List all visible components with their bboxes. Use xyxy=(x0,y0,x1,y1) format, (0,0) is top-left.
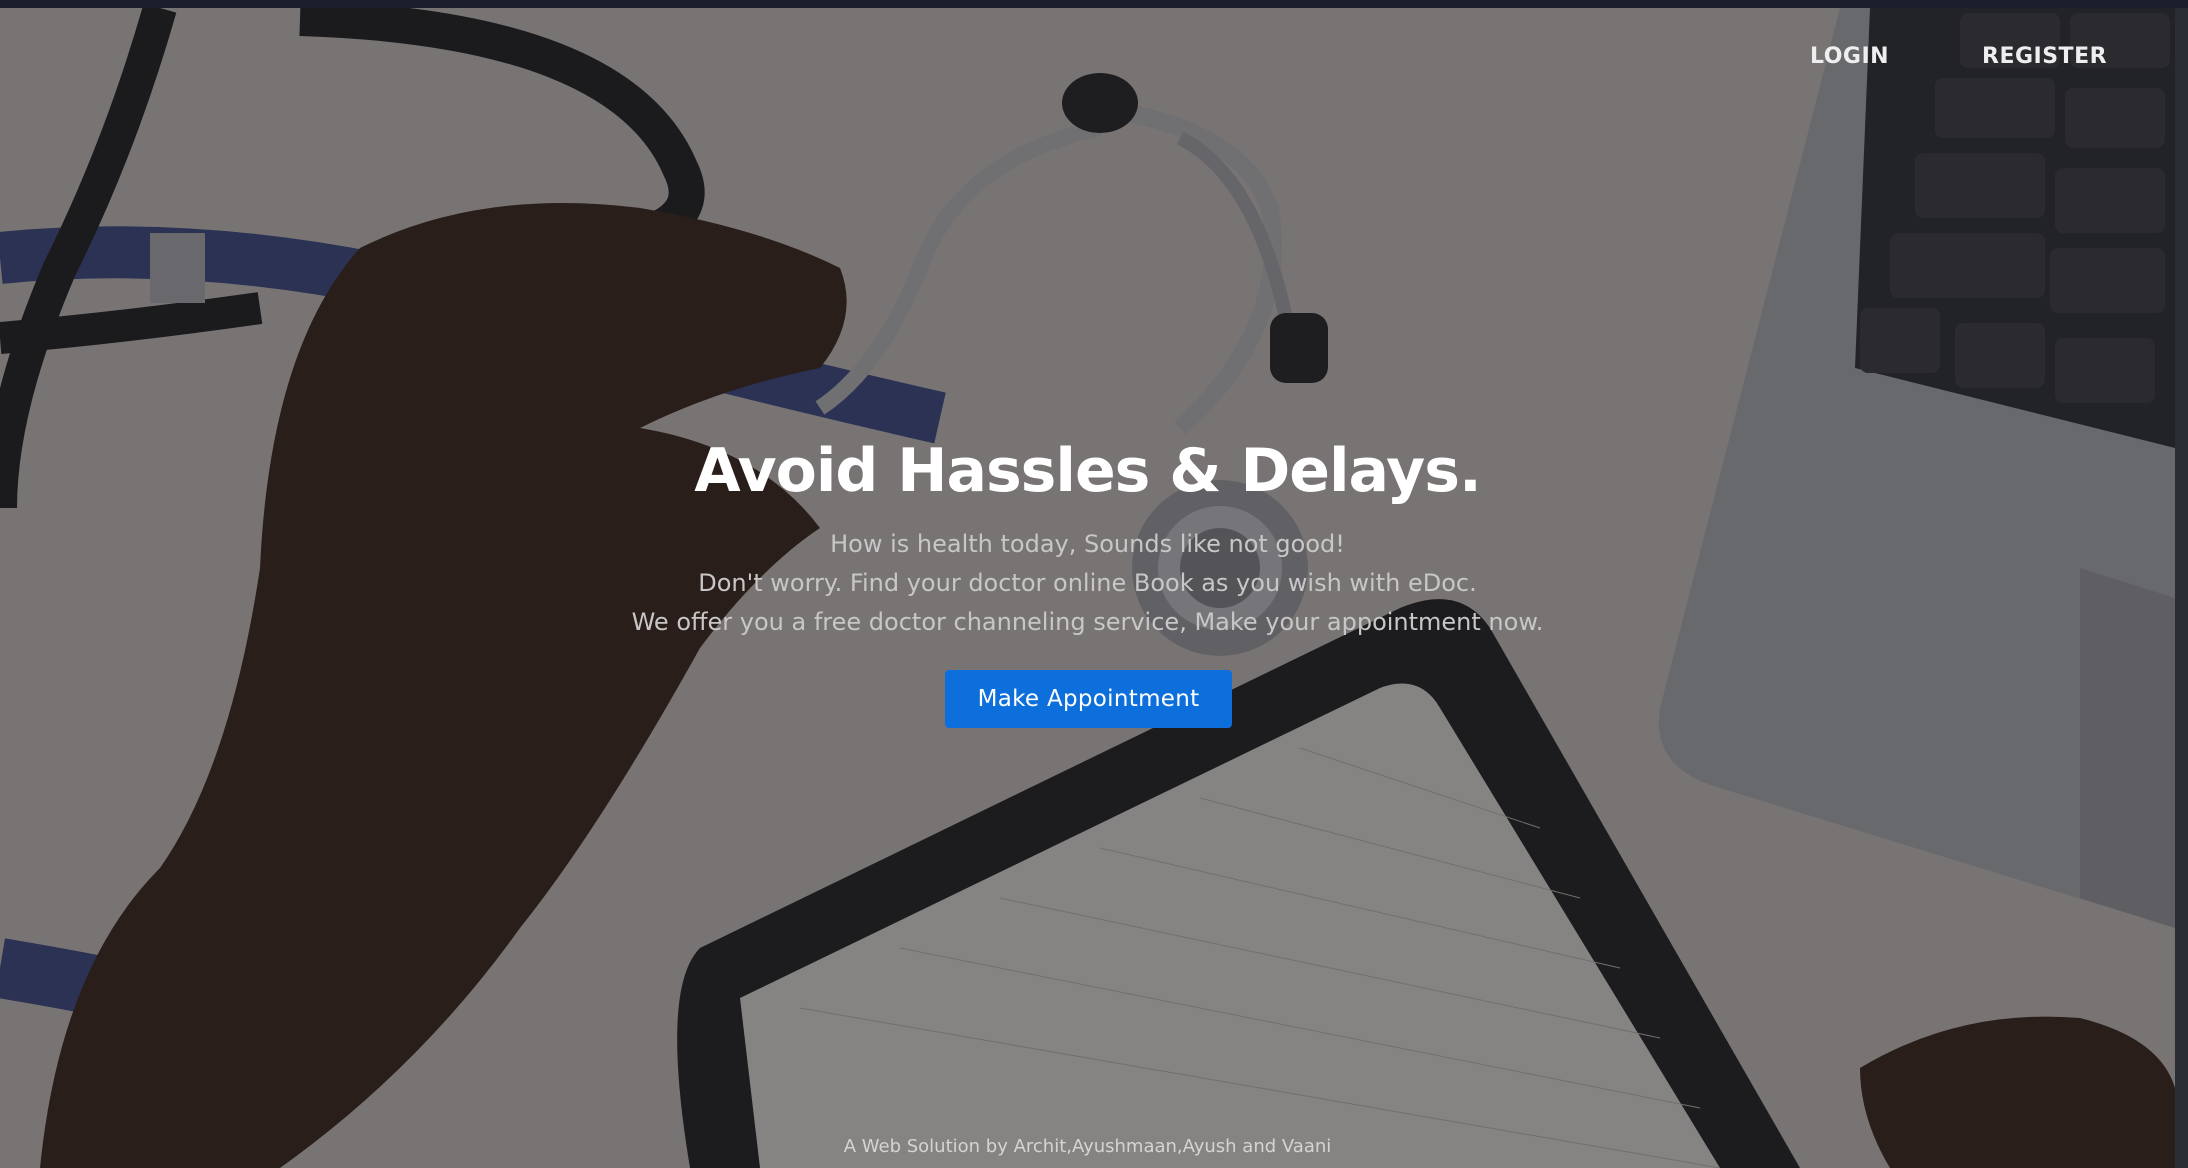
register-link[interactable]: REGISTER xyxy=(1982,44,2107,69)
hero-subtitle-line-3: We offer you a free doctor channeling se… xyxy=(631,608,1544,636)
hero-subtitle-line-1: How is health today, Sounds like not goo… xyxy=(830,530,1345,558)
make-appointment-button[interactable]: Make Appointment xyxy=(945,670,1232,728)
window-top-strip xyxy=(0,0,2188,8)
login-link[interactable]: LOGIN xyxy=(1810,44,1889,69)
scrollbar-track[interactable] xyxy=(2175,8,2188,1168)
footer-credit: A Web Solution by Archit,Ayushmaan,Ayush… xyxy=(843,1136,1332,1157)
hero-subtitle-line-2: Don't worry. Find your doctor online Boo… xyxy=(698,569,1477,597)
hero-section: LOGIN REGISTER Avoid Hassles & Delays. H… xyxy=(0,8,2175,1168)
hero-title: Avoid Hassles & Delays. xyxy=(694,436,1482,506)
